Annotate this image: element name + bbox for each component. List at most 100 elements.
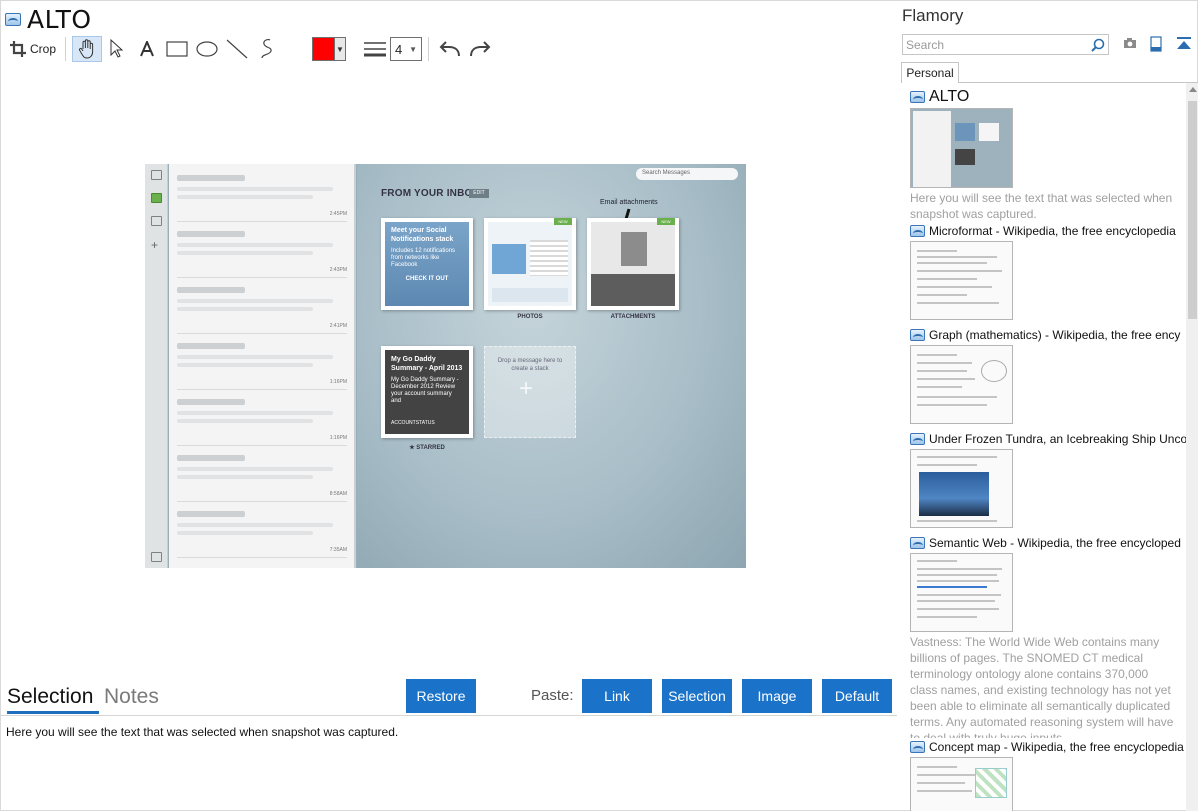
snapshot-item-title: ALTO bbox=[929, 89, 970, 105]
stroke-color-swatch bbox=[313, 38, 335, 60]
snapshot-window-icon bbox=[5, 12, 21, 26]
sidebar-scrollbar[interactable] bbox=[1186, 83, 1198, 811]
camera-icon[interactable] bbox=[1123, 36, 1137, 50]
freehand-tool-button[interactable] bbox=[252, 36, 282, 62]
attachments-caption: ATTACHMENTS bbox=[610, 314, 656, 320]
ellipse-icon bbox=[196, 41, 218, 57]
snapshot-item[interactable]: Microformat - Wikipedia, the free encycl… bbox=[910, 223, 1186, 320]
ellipse-tool-button[interactable] bbox=[192, 36, 222, 62]
mail-app-rail: + bbox=[145, 164, 168, 568]
snapshot-item-title: Graph (mathematics) - Wikipedia, the fre… bbox=[929, 327, 1181, 342]
new-badge: NEW bbox=[657, 218, 675, 225]
select-tool-button[interactable] bbox=[102, 36, 132, 62]
tab-notes[interactable]: Notes bbox=[104, 684, 159, 714]
snapshot-window-icon bbox=[910, 224, 925, 237]
paste-label: Paste: bbox=[531, 687, 574, 704]
paste-link-button[interactable]: Link bbox=[582, 679, 652, 713]
starred-stack-card: My Go Daddy Summary - April 2013 My Go D… bbox=[381, 346, 473, 438]
cursor-arrow-icon bbox=[110, 39, 124, 58]
paste-image-button[interactable]: Image bbox=[742, 679, 812, 713]
snapshot-window-icon bbox=[910, 432, 925, 445]
selection-text[interactable]: Here you will see the text that was sele… bbox=[6, 725, 398, 739]
plus-icon: + bbox=[519, 375, 534, 402]
document-icon[interactable] bbox=[1150, 36, 1162, 52]
search-placeholder: Search bbox=[906, 37, 945, 52]
compose-icon bbox=[151, 170, 162, 180]
snapshot-canvas[interactable]: + 2:45PM 2:43PM 2:41PM 1:16PM 1:16PM 8:5… bbox=[1, 67, 897, 679]
rectangle-icon bbox=[166, 41, 188, 57]
list-item: 2:45PM bbox=[177, 170, 347, 222]
paperclip-icon bbox=[621, 232, 647, 266]
dropbox-logo-icon bbox=[492, 244, 526, 274]
color-picker[interactable]: ▼ bbox=[312, 37, 346, 61]
social-stack-card: Meet your Social Notifications stack Inc… bbox=[381, 218, 473, 310]
collapse-top-icon[interactable] bbox=[1176, 36, 1192, 52]
snapshot-thumbnail bbox=[910, 241, 1013, 320]
toolbar-divider bbox=[428, 37, 429, 61]
scroll-thumb[interactable] bbox=[1188, 101, 1197, 319]
annotation-toolbar: Crop ▼ 4 ▼ bbox=[7, 35, 495, 63]
photos-stack-card: NEW bbox=[484, 218, 576, 310]
add-icon: + bbox=[151, 238, 159, 252]
redo-icon bbox=[470, 41, 491, 57]
folder-icon bbox=[151, 216, 162, 226]
captured-screenshot: + 2:45PM 2:43PM 2:41PM 1:16PM 1:16PM 8:5… bbox=[145, 164, 746, 568]
contacts-icon bbox=[151, 552, 162, 562]
starred-caption: ★ STARRED bbox=[409, 445, 445, 451]
brand-title: Flamory bbox=[902, 6, 964, 25]
new-badge: NEW bbox=[554, 218, 572, 225]
paste-selection-button[interactable]: Selection bbox=[662, 679, 732, 713]
snapshot-item-title: Semantic Web - Wikipedia, the free encyc… bbox=[929, 535, 1181, 550]
text-icon bbox=[140, 41, 154, 57]
drop-zone: Drop a message here to create a stack + bbox=[484, 346, 576, 438]
list-item: 2:41PM bbox=[177, 282, 347, 334]
snapshot-thumbnail bbox=[910, 757, 1013, 811]
snapshot-item[interactable]: ALTO Here you will see the text that was… bbox=[910, 89, 1186, 222]
snapshot-window-icon bbox=[910, 536, 925, 549]
snapshot-window-icon bbox=[910, 740, 925, 753]
snapshot-item[interactable]: Semantic Web - Wikipedia, the free encyc… bbox=[910, 535, 1186, 738]
snapshot-item-title: Under Frozen Tundra, an Icebreaking Ship… bbox=[929, 431, 1186, 446]
redo-button[interactable] bbox=[465, 36, 495, 62]
list-item: 2:43PM bbox=[177, 226, 347, 278]
flamory-window: ALTO Crop ▼ 4 ▼ + 2:45PM 2:43PM 2:41PM 1… bbox=[0, 0, 1198, 811]
photos-caption: PHOTOS bbox=[517, 314, 543, 320]
chevron-down-icon: ▼ bbox=[409, 44, 417, 54]
search-input[interactable]: Search bbox=[902, 34, 1109, 55]
rectangle-tool-button[interactable] bbox=[162, 36, 192, 62]
library-sidebar: Flamory Search Personal ALTO Here you wi… bbox=[897, 1, 1198, 811]
mail-list: 2:45PM 2:43PM 2:41PM 1:16PM 1:16PM 8:58A… bbox=[169, 164, 356, 568]
snapshot-thumbnail bbox=[910, 553, 1013, 632]
crop-button[interactable]: Crop bbox=[7, 36, 59, 62]
line-tool-button[interactable] bbox=[222, 36, 252, 62]
inbox-icon bbox=[151, 193, 162, 203]
line-width-select[interactable]: 4 ▼ bbox=[390, 37, 422, 61]
list-item: 1:16PM bbox=[177, 394, 347, 446]
snapshot-pane: ALTO Crop ▼ 4 ▼ + 2:45PM 2:43PM 2:41PM 1… bbox=[1, 1, 897, 811]
tab-personal[interactable]: Personal bbox=[901, 62, 959, 83]
line-width-value: 4 bbox=[395, 41, 403, 57]
scroll-up-icon[interactable] bbox=[1189, 87, 1197, 92]
search-icon[interactable] bbox=[1091, 38, 1105, 52]
snapshot-item-title: Microformat - Wikipedia, the free encycl… bbox=[929, 223, 1176, 238]
inbox-heading: FROM YOUR INBOX bbox=[381, 188, 480, 199]
tab-selection[interactable]: Selection bbox=[7, 684, 99, 714]
pan-tool-button[interactable] bbox=[72, 36, 102, 62]
dropdown-arrow-icon: ▼ bbox=[335, 38, 345, 60]
text-tool-button[interactable] bbox=[132, 36, 162, 62]
hand-icon bbox=[79, 39, 94, 59]
snapshot-title: ALTO bbox=[27, 4, 92, 34]
snapshot-item[interactable]: Concept map - Wikipedia, the free encycl… bbox=[910, 739, 1186, 811]
undo-button[interactable] bbox=[435, 36, 465, 62]
restore-button[interactable]: Restore bbox=[406, 679, 476, 713]
freehand-icon bbox=[261, 39, 272, 59]
line-width-icon bbox=[360, 36, 390, 62]
snapshot-thumbnail bbox=[910, 108, 1013, 188]
paste-default-button[interactable]: Default bbox=[822, 679, 892, 713]
bottom-tab-bar: Selection Notes Restore Paste: Link Sele… bbox=[1, 679, 897, 716]
attachments-stack-card: NEW bbox=[587, 218, 679, 310]
crop-label: Crop bbox=[29, 42, 56, 56]
snapshot-item[interactable]: Graph (mathematics) - Wikipedia, the fre… bbox=[910, 327, 1186, 424]
snapshot-item[interactable]: Under Frozen Tundra, an Icebreaking Ship… bbox=[910, 431, 1186, 528]
snapshot-window-icon bbox=[910, 91, 925, 103]
